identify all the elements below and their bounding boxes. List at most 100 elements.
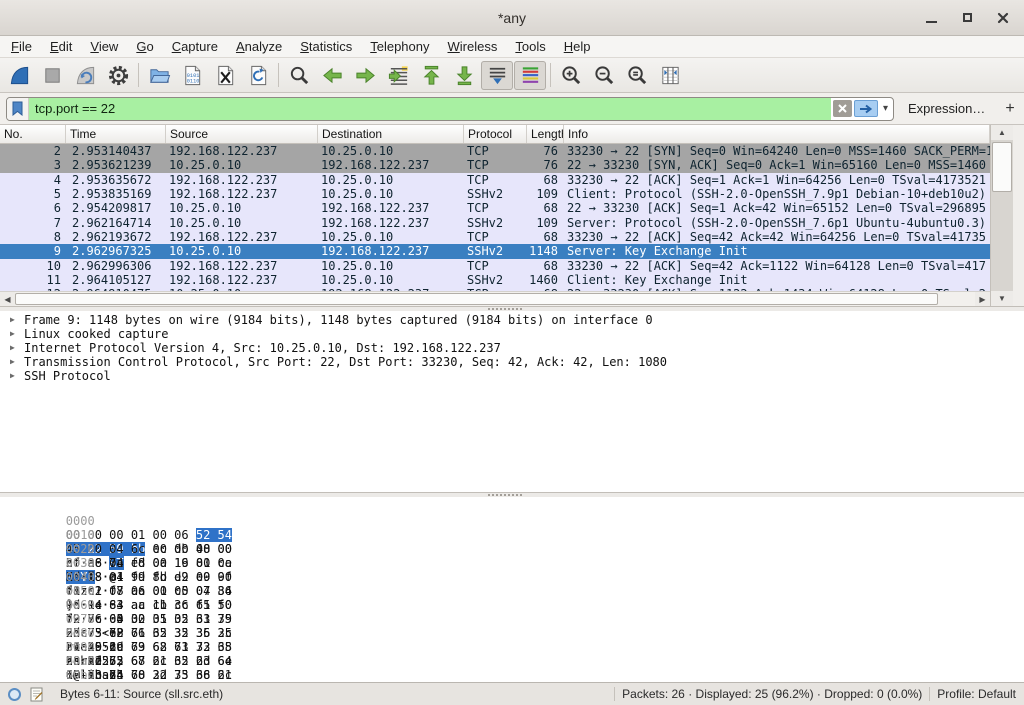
- menubar: FileEditViewGoCaptureAnalyzeStatisticsTe…: [0, 36, 1024, 58]
- add-filter-button[interactable]: +: [995, 100, 1024, 118]
- expert-info-icon[interactable]: [8, 688, 21, 701]
- menu-item[interactable]: Edit: [41, 37, 81, 56]
- column-header[interactable]: Destination: [318, 125, 464, 143]
- column-header[interactable]: Source: [166, 125, 318, 143]
- close-button[interactable]: [996, 11, 1010, 25]
- expand-arrow-icon[interactable]: ▶: [10, 369, 24, 383]
- display-filter-input[interactable]: [29, 98, 831, 120]
- packet-row[interactable]: 4 2.953635672 192.168.122.237 10.25.0.10…: [0, 173, 990, 187]
- expand-arrow-icon[interactable]: ▶: [10, 313, 24, 327]
- detail-row[interactable]: ▶ Linux cooked capture: [0, 327, 1024, 341]
- detail-row[interactable]: ▶ Frame 9: 1148 bytes on wire (9184 bits…: [0, 313, 1024, 327]
- hscrollbar-thumb[interactable]: [15, 293, 938, 305]
- zoom-reset-button[interactable]: [621, 61, 653, 90]
- capture-comment-icon[interactable]: [30, 687, 43, 702]
- vscrollbar-thumb[interactable]: [992, 142, 1012, 192]
- detail-row[interactable]: ▶ SSH Protocol: [0, 369, 1024, 383]
- packet-row[interactable]: 9 2.962967325 10.25.0.10 192.168.122.237…: [0, 244, 990, 258]
- menu-item[interactable]: Statistics: [291, 37, 361, 56]
- go-to-top-button[interactable]: [415, 61, 447, 90]
- packet-row[interactable]: 8 2.962193672 192.168.122.237 10.25.0.10…: [0, 230, 990, 244]
- filter-clear-button[interactable]: [833, 100, 852, 117]
- menu-item[interactable]: Analyze: [227, 37, 291, 56]
- detail-row[interactable]: ▶ Transmission Control Protocol, Src Por…: [0, 355, 1024, 369]
- reload-file-button[interactable]: [242, 61, 274, 90]
- column-header[interactable]: Protocol: [464, 125, 527, 143]
- pane-splitter[interactable]: [0, 492, 1024, 497]
- packet-list-header: No.TimeSourceDestinationProtocolLengthIn…: [0, 125, 990, 144]
- menu-item[interactable]: Telephony: [361, 37, 438, 56]
- packet-row[interactable]: 11 2.964105127 192.168.122.237 10.25.0.1…: [0, 273, 990, 287]
- go-back-button[interactable]: [316, 61, 348, 90]
- maximize-button[interactable]: [960, 11, 974, 25]
- packet-no: 3: [0, 158, 66, 172]
- go-to-packet-button[interactable]: [382, 61, 414, 90]
- menu-item[interactable]: Go: [127, 37, 162, 56]
- packet-row[interactable]: 7 2.962164714 10.25.0.10 192.168.122.237…: [0, 216, 990, 230]
- hex-offset: 0040: [66, 570, 108, 584]
- menu-item[interactable]: File: [2, 37, 41, 56]
- packet-protocol: TCP: [464, 158, 527, 172]
- save-file-button[interactable]: 01010110: [176, 61, 208, 90]
- pane-splitter[interactable]: [0, 306, 1024, 311]
- packet-info: 22 → 33230 [SYN, ACK] Seq=0 Ack=1 Win=65…: [564, 158, 990, 172]
- minimize-button[interactable]: [924, 11, 938, 25]
- start-capture-button[interactable]: [3, 61, 35, 90]
- packet-row[interactable]: 5 2.953835169 192.168.122.237 10.25.0.10…: [0, 187, 990, 201]
- scroll-right-arrow[interactable]: ▶: [975, 292, 990, 306]
- statusbar-separator: [614, 687, 615, 701]
- packet-source: 192.168.122.237: [166, 187, 318, 201]
- detail-text: Linux cooked capture: [24, 327, 169, 341]
- go-to-bottom-button[interactable]: [448, 61, 480, 90]
- auto-scroll-button[interactable]: [481, 61, 513, 90]
- main-toolbar: 01010110: [0, 58, 1024, 93]
- hex-offset: 0060: [66, 598, 108, 612]
- expression-button[interactable]: Expression…: [894, 101, 995, 116]
- scroll-down-arrow[interactable]: ▼: [991, 291, 1013, 306]
- filter-bookmark-button[interactable]: [7, 98, 29, 120]
- column-header[interactable]: Length: [527, 125, 564, 143]
- column-header[interactable]: Time: [66, 125, 166, 143]
- profile-text[interactable]: Profile: Default: [937, 687, 1016, 701]
- packet-length: 68: [527, 173, 564, 187]
- packet-length: 1148: [527, 244, 564, 258]
- zoom-in-button[interactable]: [555, 61, 587, 90]
- resize-columns-button[interactable]: [654, 61, 686, 90]
- menu-item[interactable]: Wireless: [439, 37, 507, 56]
- packet-row[interactable]: 10 2.962996306 192.168.122.237 10.25.0.1…: [0, 259, 990, 273]
- go-to-top-icon: [420, 64, 443, 87]
- detail-row[interactable]: ▶ Internet Protocol Version 4, Src: 10.2…: [0, 341, 1024, 355]
- packet-list-vscrollbar[interactable]: ▲ ▼: [990, 125, 1013, 306]
- column-header[interactable]: Info: [564, 125, 990, 143]
- expand-arrow-icon[interactable]: ▶: [10, 355, 24, 369]
- packet-row[interactable]: 6 2.954209817 10.25.0.10 192.168.122.237…: [0, 201, 990, 215]
- restart-capture-button[interactable]: [69, 61, 101, 90]
- zoom-out-button[interactable]: [588, 61, 620, 90]
- close-file-button[interactable]: [209, 61, 241, 90]
- stop-capture-button[interactable]: [36, 61, 68, 90]
- scroll-left-arrow[interactable]: ◀: [0, 292, 15, 306]
- hex-row[interactable]: 0010 45 00 04 6c ec db 40 00 3f 06 04 f8…: [8, 514, 1024, 528]
- menu-item[interactable]: Help: [555, 37, 600, 56]
- find-packet-button[interactable]: [283, 61, 315, 90]
- packet-info: Server: Protocol (SSH-2.0-OpenSSH_7.6p1 …: [564, 216, 990, 230]
- packet-row[interactable]: 2 2.953140437 192.168.122.237 10.25.0.10…: [0, 144, 990, 158]
- capture-options-button[interactable]: [102, 61, 134, 90]
- open-file-button[interactable]: [143, 61, 175, 90]
- hex-offset: 0080: [66, 626, 108, 640]
- apply-arrow-icon: [859, 104, 873, 114]
- colorize-button[interactable]: [514, 61, 546, 90]
- packet-row[interactable]: 3 2.953621239 10.25.0.10 192.168.122.237…: [0, 158, 990, 172]
- column-header[interactable]: No.: [0, 125, 66, 143]
- menu-item[interactable]: View: [81, 37, 127, 56]
- scroll-up-arrow[interactable]: ▲: [991, 125, 1013, 140]
- menu-item[interactable]: Tools: [506, 37, 554, 56]
- menu-item[interactable]: Capture: [163, 37, 227, 56]
- hex-row[interactable]: 0000 00 00 00 01 00 06 52 54 00 22 59 bb…: [8, 500, 1024, 514]
- filter-apply-button[interactable]: [854, 100, 878, 117]
- filter-history-dropdown[interactable]: ▾: [878, 103, 893, 114]
- expand-arrow-icon[interactable]: ▶: [10, 341, 24, 355]
- go-forward-button[interactable]: [349, 61, 381, 90]
- packet-list-hscrollbar[interactable]: ◀ ▶: [0, 291, 990, 306]
- expand-arrow-icon[interactable]: ▶: [10, 327, 24, 341]
